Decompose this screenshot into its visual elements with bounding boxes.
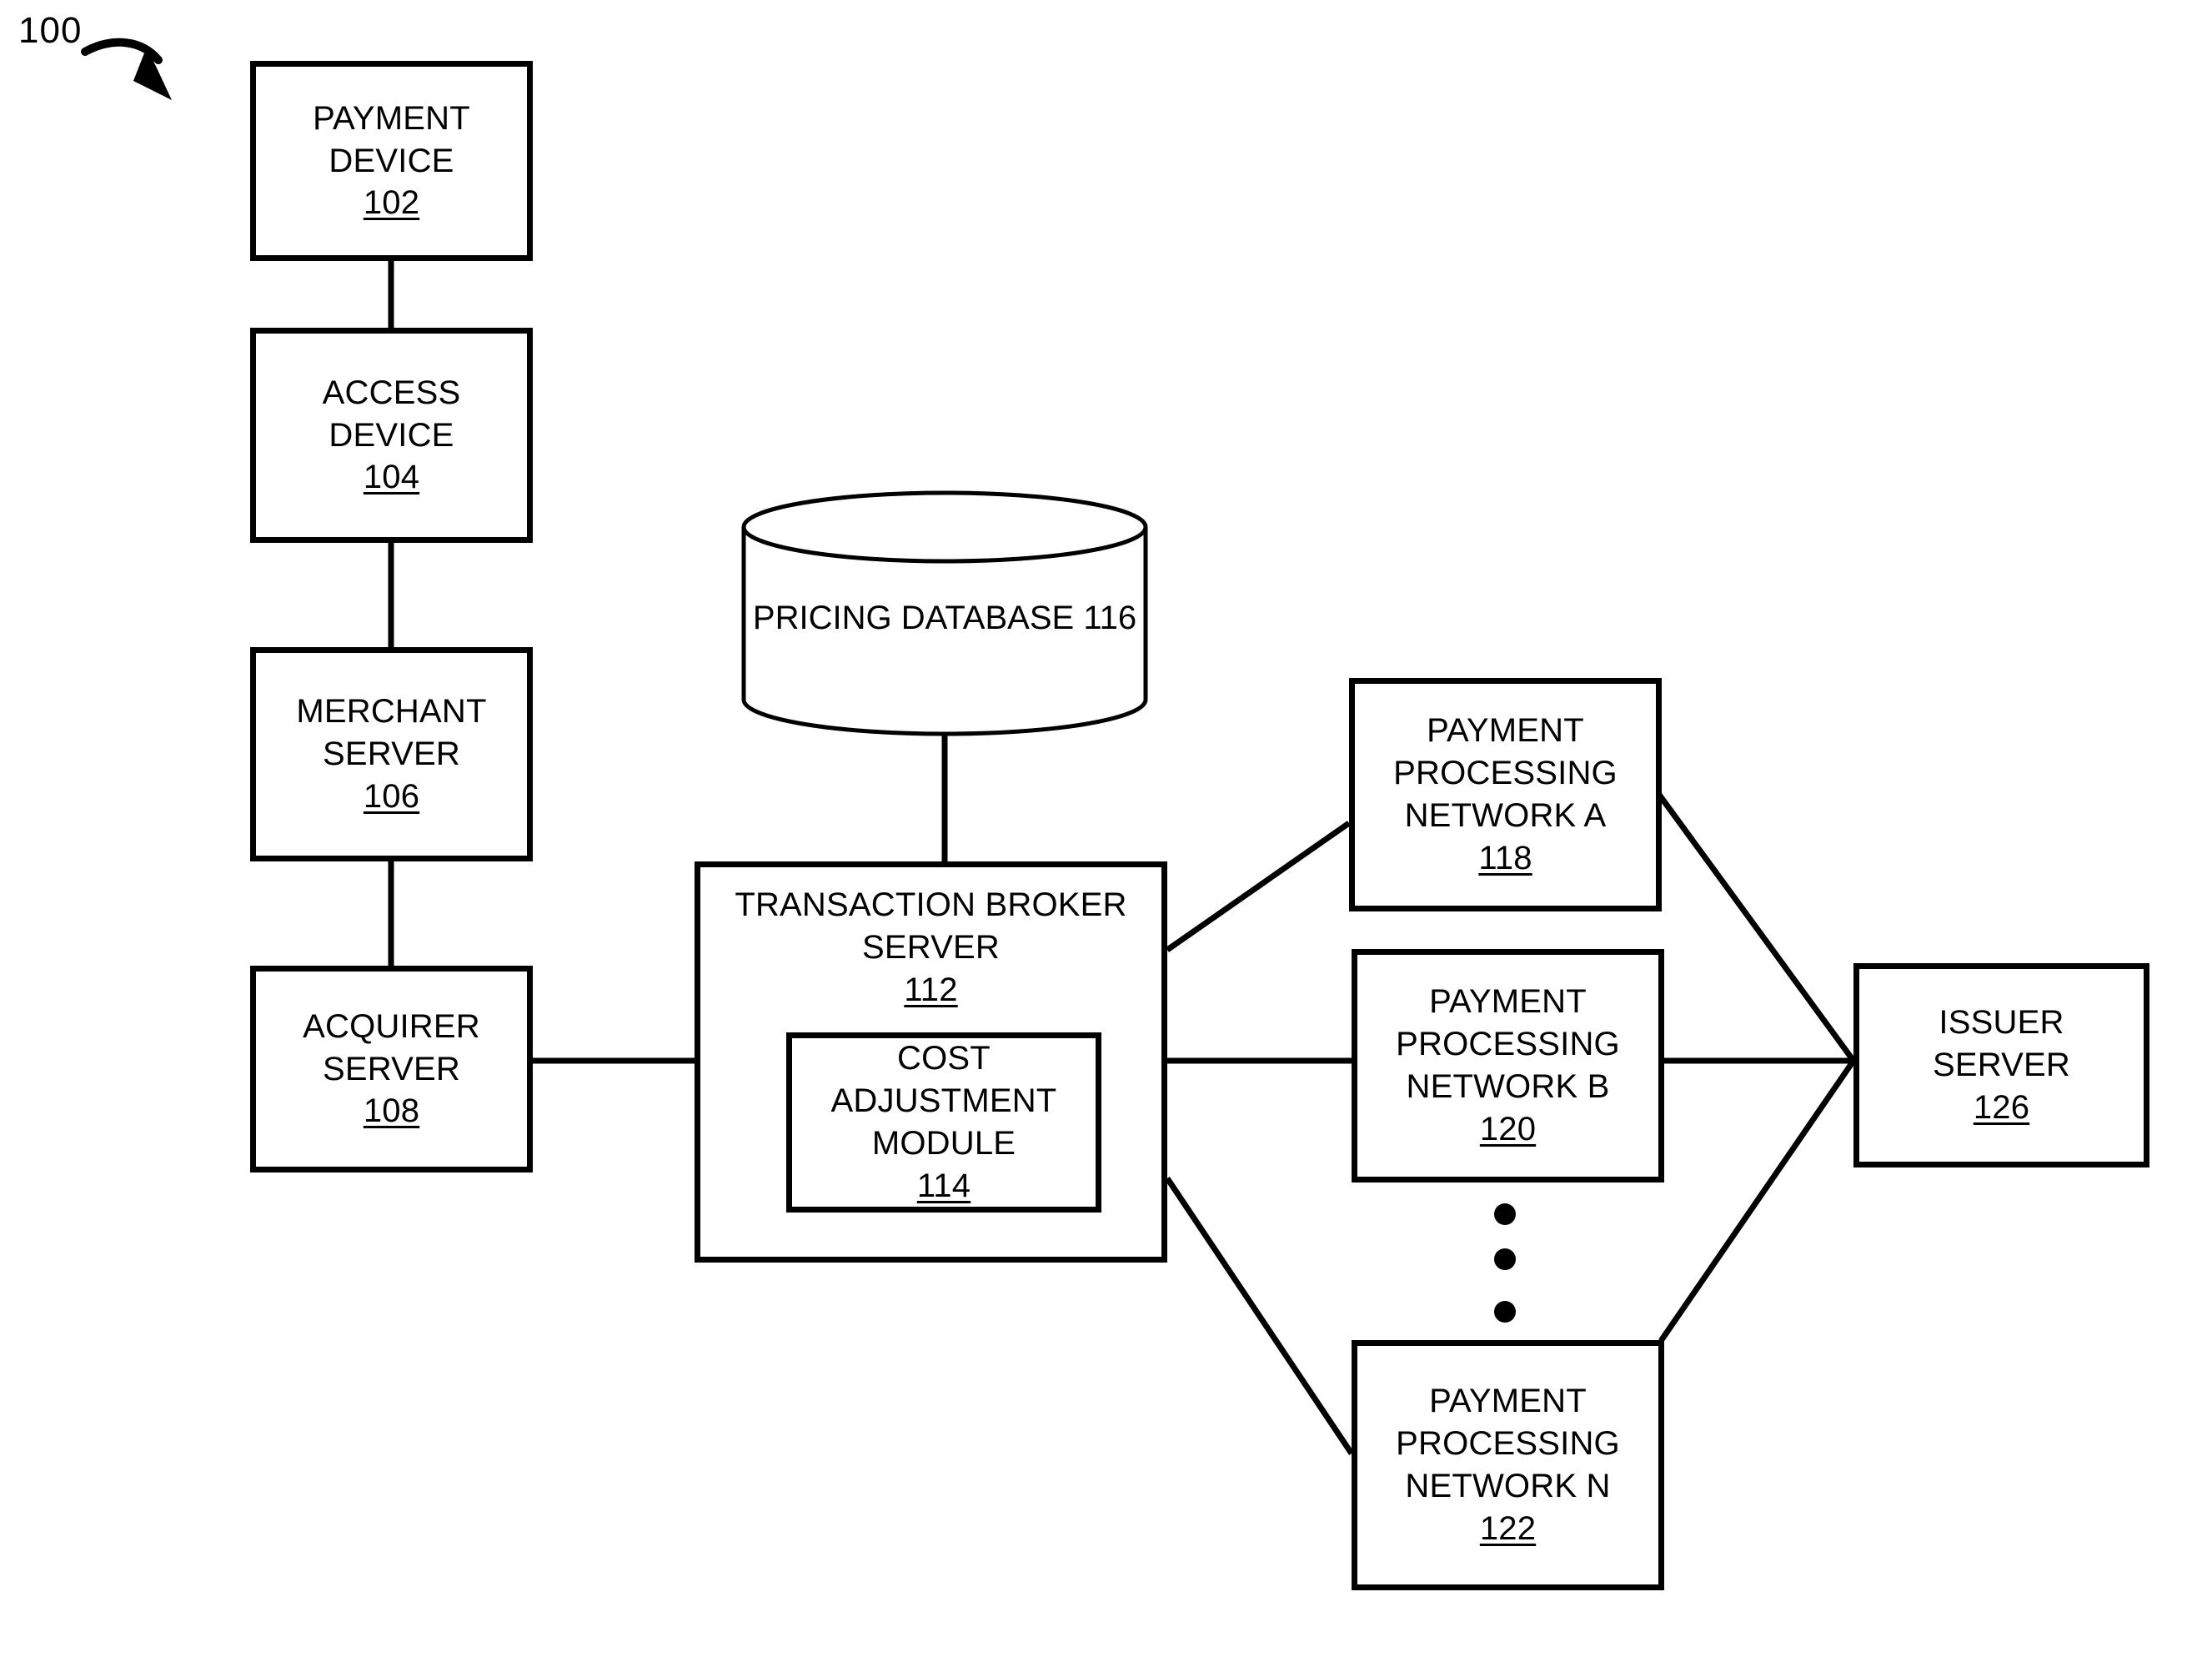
issuer-server-line2: SERVER <box>1933 1047 2070 1084</box>
link-network-n-to-issuer-server <box>1658 1059 1856 1343</box>
network-n-line2: PROCESSING <box>1396 1425 1620 1463</box>
pricing-database-text: PRICING DATABASE 116 <box>753 597 1136 640</box>
broker-server-line2: SERVER <box>862 928 1000 966</box>
cost-module-ref: 114 <box>916 1167 971 1204</box>
issuer-server-ref: 126 <box>1973 1088 2030 1126</box>
merchant-server-node[interactable]: MERCHANT SERVER 106 <box>250 647 533 861</box>
network-a-line3: NETWORK A <box>1404 797 1607 834</box>
ellipsis-dot-2 <box>1494 1248 1516 1270</box>
network-a-ref: 118 <box>1478 839 1532 876</box>
network-b-line1: PAYMENT <box>1429 983 1587 1021</box>
issuer-server-node[interactable]: ISSUER SERVER 126 <box>1853 963 2149 1167</box>
pricing-database-node[interactable]: PRICING DATABASE 116 <box>740 490 1149 736</box>
payment-device-line1: PAYMENT <box>313 99 470 137</box>
ellipsis-dot-1 <box>1494 1203 1516 1225</box>
payment-processing-network-a-node[interactable]: PAYMENT PROCESSING NETWORK A 118 <box>1349 678 1662 911</box>
payment-device-line2: DEVICE <box>329 142 454 179</box>
network-n-line1: PAYMENT <box>1429 1383 1587 1420</box>
acquirer-server-node[interactable]: ACQUIRER SERVER 108 <box>250 966 533 1172</box>
acquirer-server-line1: ACQUIRER <box>303 1007 480 1045</box>
network-a-line1: PAYMENT <box>1427 712 1584 750</box>
pricing-database-ref: 116 <box>1083 600 1137 637</box>
figure-canvas: 100 PAYMENT DEVICE 102 ACCESS DEVICE 104… <box>0 0 2212 1657</box>
pricing-database-line1: PRICING <box>752 600 892 637</box>
link-network-a-to-issuer-server <box>1657 792 1856 1063</box>
merchant-server-ref: 106 <box>363 777 420 815</box>
acquirer-server-ref: 108 <box>363 1092 420 1130</box>
cost-adjustment-module-node[interactable]: COST ADJUSTMENT MODULE 114 <box>786 1032 1101 1213</box>
access-device-line2: DEVICE <box>329 416 454 454</box>
access-device-line1: ACCESS <box>322 374 461 411</box>
ellipsis-dot-3 <box>1494 1301 1516 1323</box>
network-b-ref: 120 <box>1479 1110 1537 1147</box>
cost-module-line2: ADJUSTMENT <box>830 1082 1057 1120</box>
network-n-line3: NETWORK N <box>1405 1468 1611 1504</box>
payment-device-node[interactable]: PAYMENT DEVICE 102 <box>250 61 533 261</box>
pricing-database-line2: DATABASE <box>900 600 1075 637</box>
network-b-line2: PROCESSING <box>1396 1026 1620 1063</box>
payment-processing-network-n-node[interactable]: PAYMENT PROCESSING NETWORK N 122 <box>1352 1340 1664 1590</box>
network-n-ref: 122 <box>1479 1509 1537 1547</box>
access-device-node[interactable]: ACCESS DEVICE 104 <box>250 328 533 543</box>
link-broker-server-to-network-n <box>1165 1177 1354 1455</box>
network-b-line3: NETWORK B <box>1406 1068 1610 1105</box>
link-broker-server-to-network-a <box>1165 821 1352 952</box>
cost-module-line3: MODULE <box>871 1125 1016 1162</box>
broker-server-ref: 112 <box>904 971 958 1008</box>
payment-device-ref: 102 <box>363 184 420 222</box>
cost-module-line1: COST <box>897 1040 991 1077</box>
acquirer-server-line2: SERVER <box>323 1050 460 1087</box>
merchant-server-line2: SERVER <box>323 736 460 773</box>
figure-number: 100 <box>18 10 83 51</box>
broker-server-line1: TRANSACTION BROKER <box>735 886 1127 923</box>
access-device-ref: 104 <box>363 459 420 496</box>
issuer-server-line1: ISSUER <box>1939 1004 2064 1042</box>
payment-processing-network-b-node[interactable]: PAYMENT PROCESSING NETWORK B 120 <box>1352 949 1664 1182</box>
network-a-line2: PROCESSING <box>1393 755 1618 792</box>
figure-number-arrow <box>81 38 172 100</box>
merchant-server-line1: MERCHANT <box>296 693 487 731</box>
